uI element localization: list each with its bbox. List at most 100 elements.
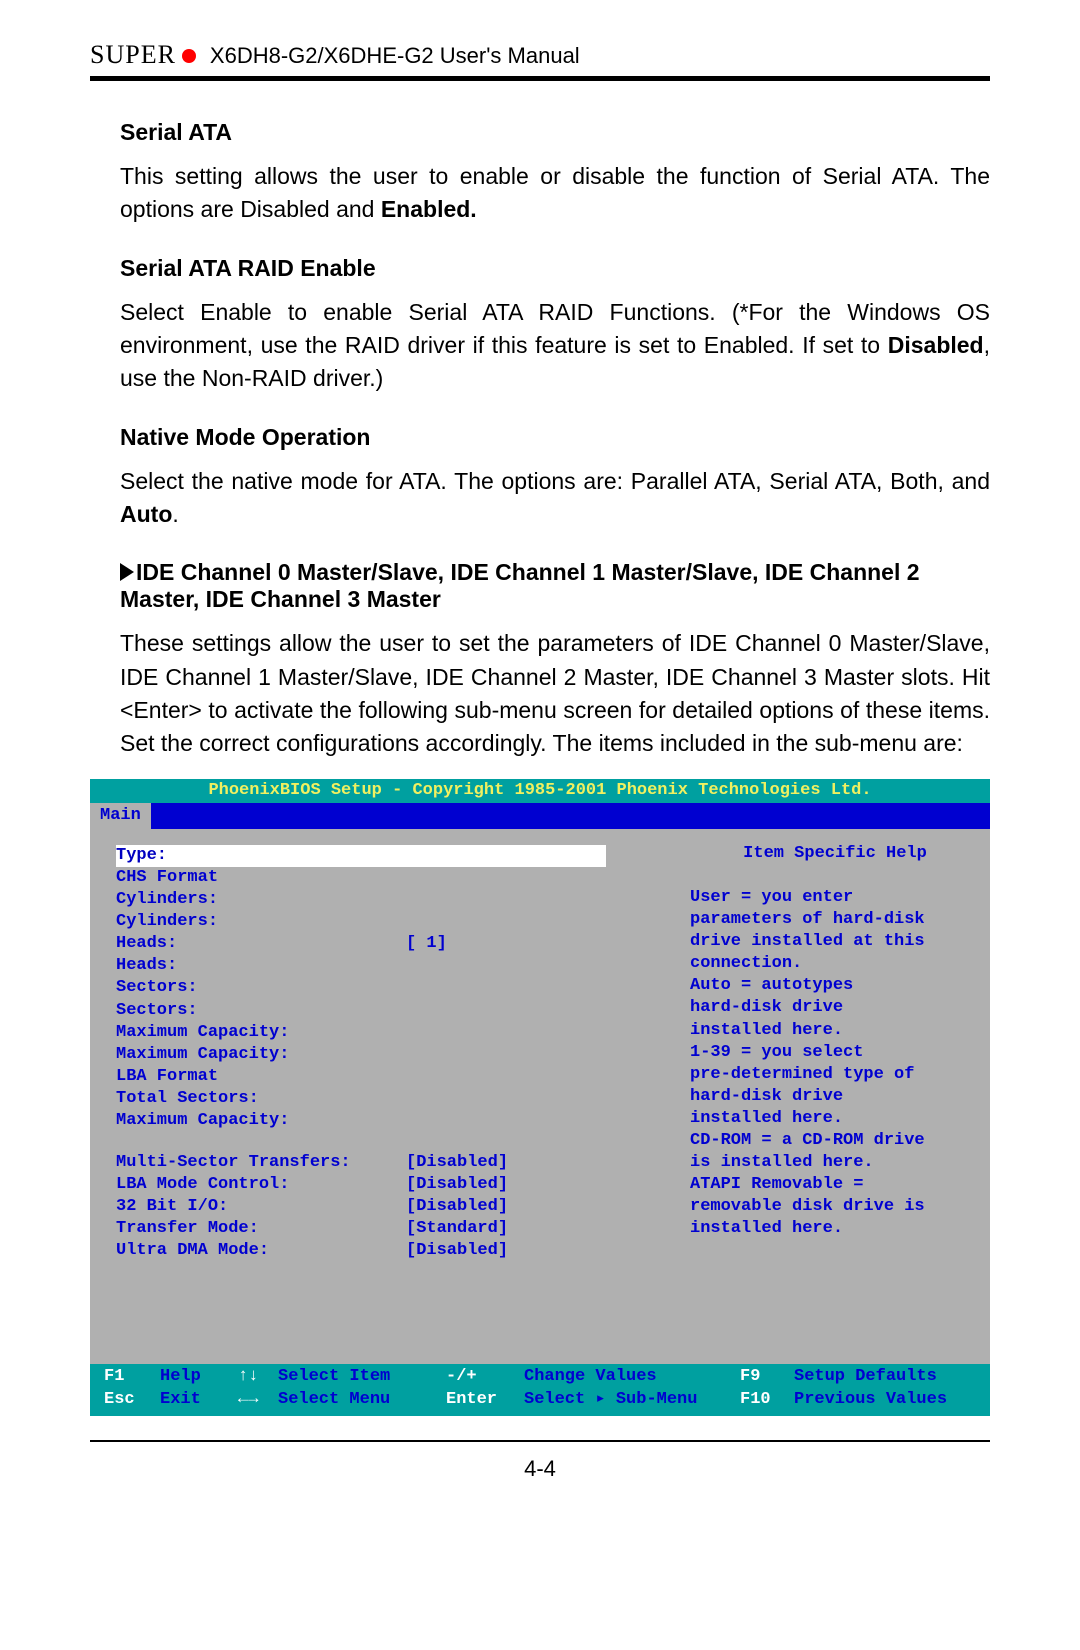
bios-help-line: Auto = autotypes: [690, 975, 980, 997]
section-head-serial-ata: Serial ATA: [120, 119, 990, 146]
bios-help-text: User = you enterparameters of hard-diskd…: [690, 887, 980, 1317]
bios-field-row: Heads:: [116, 955, 670, 977]
text-bold: Auto: [120, 501, 172, 527]
bios-field-value: [Standard]: [406, 1218, 508, 1240]
bios-help-line: installed here.: [690, 1020, 980, 1042]
header-rule: [90, 76, 990, 81]
bios-help-line: ATAPI Removable =: [690, 1174, 980, 1196]
bios-field-label: Transfer Mode:: [116, 1218, 406, 1240]
bios-field-label: Heads:: [116, 955, 406, 977]
bios-field-label: LBA Format: [116, 1066, 406, 1088]
bios-field-row: CHS Format: [116, 867, 670, 889]
bios-field-row: LBA Format: [116, 1066, 670, 1088]
label-select-submenu: Select ▸ Sub-Menu: [524, 1389, 740, 1412]
footer-rule: [90, 1440, 990, 1442]
brand-dot-icon: [182, 49, 196, 63]
label-select-menu: Select Menu: [278, 1389, 446, 1412]
bios-field-label: Total Sectors:: [116, 1088, 406, 1110]
bios-tabbar: Main: [90, 803, 990, 829]
label-change-values: Change Values: [524, 1366, 740, 1389]
label-help: Help: [160, 1366, 238, 1389]
bios-field-value: [Disabled]: [406, 1196, 508, 1218]
key-plusminus: -/+: [446, 1366, 524, 1389]
bios-field-label: Sectors:: [116, 977, 406, 999]
page-number: 4-4: [90, 1456, 990, 1482]
label-setup-defaults: Setup Defaults: [794, 1366, 937, 1389]
bios-field-row: Multi-Sector Transfers:[Disabled]: [116, 1152, 670, 1174]
bios-help-line: 1-39 = you select: [690, 1042, 980, 1064]
manual-title: X6DH8-G2/X6DHE-G2 User's Manual: [210, 43, 580, 69]
section-body-native-mode: Select the native mode for ATA. The opti…: [120, 465, 990, 532]
bios-field-label: Heads:: [116, 933, 406, 955]
bios-help-line: hard-disk drive: [690, 1086, 980, 1108]
bios-help-line: removable disk drive is: [690, 1196, 980, 1218]
bios-field-row: Cylinders:: [116, 889, 670, 911]
bios-screenshot: PhoenixBIOS Setup - Copyright 1985-2001 …: [90, 779, 990, 1416]
bios-help-line: connection.: [690, 953, 980, 975]
bios-field-label: Multi-Sector Transfers:: [116, 1152, 406, 1174]
text-bold: IDE Channel 0 Master/Slave, IDE Channel …: [120, 559, 920, 612]
key-updown: ↑↓: [238, 1366, 278, 1389]
bios-field-row: Sectors:: [116, 1000, 670, 1022]
bios-field-row: Total Sectors:: [116, 1088, 670, 1110]
bios-help-pane: Item Specific Help User = you enterparam…: [680, 839, 990, 1364]
bios-field-row: 32 Bit I/O:[Disabled]: [116, 1196, 670, 1218]
bios-field-value: [Disabled]: [406, 1240, 508, 1262]
bios-field-label: Maximum Capacity:: [116, 1110, 406, 1132]
key-esc: Esc: [104, 1389, 160, 1412]
bios-help-line: is installed here.: [690, 1152, 980, 1174]
bios-footer-row: Esc Exit ←→ Select Menu Enter Select ▸ S…: [104, 1389, 976, 1412]
bios-field-row: Maximum Capacity:: [116, 1044, 670, 1066]
bios-field-row: Transfer Mode:[Standard]: [116, 1218, 670, 1240]
triangle-right-icon: [120, 563, 134, 581]
bios-help-head: Item Specific Help: [690, 843, 980, 865]
bios-left-pane: Type:CHS FormatCylinders:Cylinders:Heads…: [90, 839, 680, 1364]
doc-header: SUPER X6DH8-G2/X6DHE-G2 User's Manual: [90, 40, 990, 70]
bios-field-label: Type:: [116, 845, 406, 867]
bios-tab-main[interactable]: Main: [90, 803, 151, 829]
bios-body: Type:CHS FormatCylinders:Cylinders:Heads…: [90, 829, 990, 1364]
key-leftright: ←→: [238, 1389, 278, 1412]
bios-help-line: hard-disk drive: [690, 997, 980, 1019]
text: .: [172, 501, 178, 527]
bios-help-line: User = you enter: [690, 887, 980, 909]
bios-field-label: Sectors:: [116, 1000, 406, 1022]
label-previous-values: Previous Values: [794, 1389, 947, 1412]
label-select-item: Select Item: [278, 1366, 446, 1389]
bios-help-line: installed here.: [690, 1108, 980, 1130]
bios-field-row: Ultra DMA Mode:[Disabled]: [116, 1240, 670, 1262]
bios-field-row[interactable]: Type:: [116, 845, 606, 867]
key-enter: Enter: [446, 1389, 524, 1412]
bios-field-label: Cylinders:: [116, 911, 406, 933]
bios-field-row: Maximum Capacity:: [116, 1022, 670, 1044]
bios-footer: F1 Help ↑↓ Select Item -/+ Change Values…: [90, 1364, 990, 1416]
text-bold: Disabled: [888, 332, 984, 358]
bios-title: PhoenixBIOS Setup - Copyright 1985-2001 …: [90, 779, 990, 803]
section-body-sata-raid: Select Enable to enable Serial ATA RAID …: [120, 296, 990, 396]
text: This setting allows the user to enable o…: [120, 163, 990, 222]
bios-field-row: Heads:[ 1]: [116, 933, 670, 955]
bios-field-label: LBA Mode Control:: [116, 1174, 406, 1196]
bios-field-label: Cylinders:: [116, 889, 406, 911]
key-f10: F10: [740, 1389, 794, 1412]
bios-field-label: Maximum Capacity:: [116, 1022, 406, 1044]
bios-footer-row: F1 Help ↑↓ Select Item -/+ Change Values…: [104, 1366, 976, 1389]
text: Select Enable to enable Serial ATA RAID …: [120, 299, 990, 358]
brand-name: SUPER: [90, 40, 176, 70]
bios-help-line: pre-determined type of: [690, 1064, 980, 1086]
label-exit: Exit: [160, 1389, 238, 1412]
section-head-sata-raid: Serial ATA RAID Enable: [120, 255, 990, 282]
text-bold: Enabled.: [381, 196, 477, 222]
section-head-ide: IDE Channel 0 Master/Slave, IDE Channel …: [120, 559, 990, 613]
bios-field-value: [Disabled]: [406, 1174, 508, 1196]
bios-help-line: parameters of hard-disk: [690, 909, 980, 931]
text: Select the native mode for ATA. The opti…: [120, 468, 990, 494]
bios-field-label: CHS Format: [116, 867, 406, 889]
bios-help-line: CD-ROM = a CD-ROM drive: [690, 1130, 980, 1152]
section-head-native-mode: Native Mode Operation: [120, 424, 990, 451]
bios-help-line: installed here.: [690, 1218, 980, 1240]
key-f9: F9: [740, 1366, 794, 1389]
bios-field-row: Sectors:: [116, 977, 670, 999]
section-body-serial-ata: This setting allows the user to enable o…: [120, 160, 990, 227]
section-body-ide: These settings allow the user to set the…: [120, 627, 990, 760]
